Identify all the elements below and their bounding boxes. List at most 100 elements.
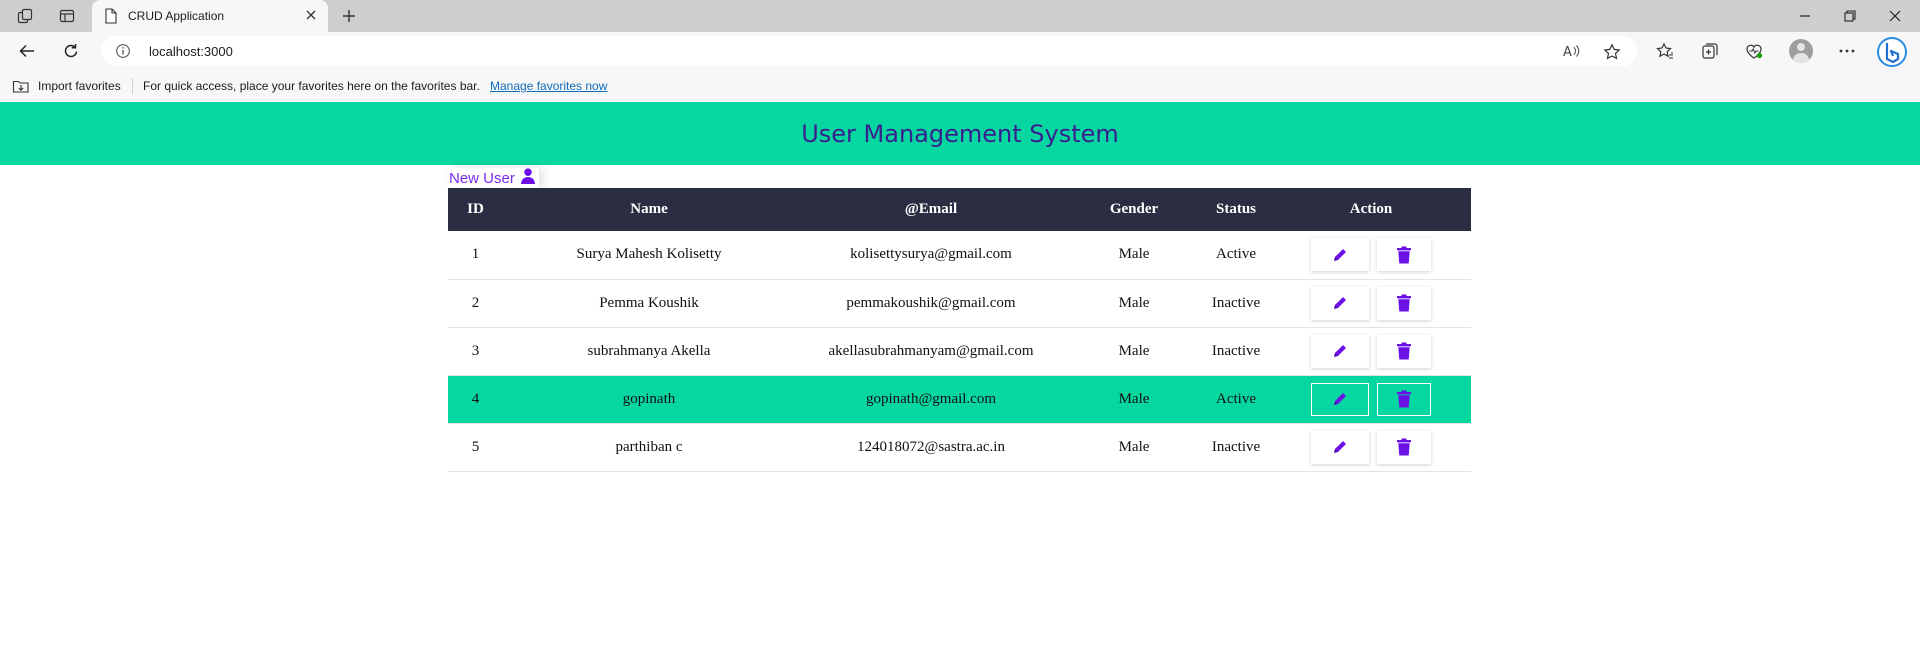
- cell-status: Inactive: [1211, 294, 1261, 311]
- read-aloud-icon[interactable]: A: [1563, 43, 1581, 64]
- table-row: 1 Surya Mahesh Kolisetty kolisettysurya@…: [448, 231, 1471, 279]
- trash-icon: [1397, 390, 1411, 408]
- pencil-icon: [1334, 345, 1346, 357]
- svg-text:A: A: [1563, 45, 1572, 59]
- edit-user-button[interactable]: [1311, 286, 1369, 320]
- cell-gender: Male: [1118, 246, 1150, 263]
- pencil-icon: [1334, 248, 1346, 261]
- delete-user-button[interactable]: [1377, 334, 1431, 368]
- delete-user-button[interactable]: [1377, 430, 1431, 464]
- cell-actions: [1271, 423, 1471, 471]
- favorites-bar: Import favorites For quick access, place…: [0, 70, 1920, 103]
- favorites-bar-message: For quick access, place your favorites h…: [143, 79, 480, 93]
- browser-essentials-icon[interactable]: [1745, 42, 1763, 65]
- add-favorite-icon[interactable]: [1603, 43, 1621, 66]
- close-tab-icon[interactable]: [304, 8, 318, 27]
- cell-email: gopinath@gmail.com: [865, 390, 997, 407]
- delete-user-button[interactable]: [1377, 286, 1431, 320]
- cell-email: akellasubrahmanyam@gmail.com: [828, 342, 1034, 359]
- tab-title: CRUD Application: [128, 9, 225, 23]
- favorites-icon[interactable]: [1656, 42, 1674, 65]
- pencil-icon: [1334, 297, 1346, 309]
- bing-copilot-icon[interactable]: [1876, 36, 1908, 68]
- collections-icon[interactable]: [1701, 42, 1719, 65]
- cell-name: Pemma Koushik: [599, 294, 699, 311]
- cell-name: Surya Mahesh Kolisetty: [576, 246, 722, 263]
- column-header-status: Status: [1215, 201, 1256, 217]
- column-header-gender: Gender: [1109, 201, 1159, 217]
- cell-actions: [1271, 375, 1471, 423]
- back-icon[interactable]: [18, 42, 36, 65]
- manage-favorites-link[interactable]: Manage favorites now: [490, 79, 607, 93]
- edit-user-button[interactable]: [1311, 334, 1369, 368]
- refresh-icon[interactable]: [62, 42, 80, 65]
- cell-id: 4: [471, 390, 480, 407]
- close-window-icon[interactable]: [1887, 8, 1903, 29]
- site-info-icon[interactable]: [115, 43, 131, 64]
- minimize-icon[interactable]: [1797, 8, 1813, 29]
- page-icon: [104, 8, 118, 29]
- cell-actions: [1271, 327, 1471, 375]
- import-favorites-button[interactable]: Import favorites: [38, 79, 121, 93]
- cell-email: 124018072@sastra.ac.in: [857, 438, 1005, 455]
- cell-id: 1: [471, 246, 480, 263]
- column-header-id: ID: [467, 201, 484, 217]
- cell-status: Inactive: [1211, 342, 1261, 359]
- cell-gender: Male: [1118, 390, 1150, 407]
- edit-user-button[interactable]: [1311, 238, 1369, 272]
- pencil-icon: [1334, 393, 1346, 405]
- more-options-icon[interactable]: [1838, 42, 1856, 65]
- table-row: 5 parthiban c 124018072@sastra.ac.in Mal…: [448, 423, 1471, 471]
- column-header-name: Name: [630, 201, 668, 217]
- table-row: 2 Pemma Koushik pemmakoushik@gmail.com M…: [448, 279, 1471, 327]
- profile-avatar[interactable]: [1789, 39, 1813, 63]
- edit-user-button[interactable]: [1311, 382, 1369, 416]
- cell-status: Active: [1216, 390, 1256, 407]
- url-text: localhost:3000: [149, 44, 233, 59]
- cell-name: parthiban c: [615, 438, 683, 455]
- cell-actions: [1271, 231, 1471, 279]
- delete-user-button[interactable]: [1377, 382, 1431, 416]
- column-header-action: Action: [1349, 201, 1393, 217]
- new-user-label: New User: [449, 169, 515, 187]
- cell-id: 5: [471, 438, 480, 455]
- delete-user-button[interactable]: [1377, 238, 1431, 272]
- table-header-row: ID Name @Email Gender Status Action: [448, 188, 1471, 231]
- workspaces-icon[interactable]: [16, 7, 34, 25]
- edit-user-button[interactable]: [1311, 430, 1369, 464]
- cell-email: pemmakoushik@gmail.com: [846, 294, 1016, 311]
- column-header-email: @Email: [904, 201, 958, 217]
- cell-status: Active: [1216, 246, 1256, 263]
- cell-gender: Male: [1118, 294, 1150, 311]
- table-row: 3 subrahmanya Akella akellasubrahmanyam@…: [448, 327, 1471, 375]
- table-row-highlighted: 4 gopinath gopinath@gmail.com Male Activ…: [448, 375, 1471, 423]
- users-table: ID Name @Email Gender Status Action 1 Su…: [448, 188, 1471, 472]
- cell-gender: Male: [1118, 438, 1150, 455]
- cell-id: 3: [471, 342, 480, 359]
- favorites-divider: [132, 78, 133, 94]
- pencil-icon: [1334, 441, 1346, 453]
- tab-actions-icon[interactable]: [58, 7, 76, 25]
- user-icon: [520, 168, 535, 188]
- cell-actions: [1271, 279, 1471, 327]
- trash-icon: [1397, 342, 1411, 360]
- cell-name: subrahmanya Akella: [587, 342, 711, 359]
- browser-tab-bar: CRUD Application: [0, 0, 1920, 32]
- trash-icon: [1397, 438, 1411, 456]
- trash-icon: [1397, 246, 1411, 264]
- cell-gender: Male: [1118, 342, 1150, 359]
- trash-icon: [1397, 294, 1411, 312]
- restore-icon[interactable]: [1842, 8, 1858, 29]
- url-field[interactable]: localhost:3000 A: [101, 36, 1637, 66]
- page-title: User Management System: [801, 119, 1119, 148]
- address-bar: localhost:3000 A: [0, 32, 1920, 70]
- cell-name: gopinath: [622, 390, 676, 407]
- new-user-button[interactable]: New User: [449, 168, 539, 188]
- cell-id: 2: [471, 294, 480, 311]
- import-favorites-icon[interactable]: [12, 78, 30, 99]
- cell-status: Inactive: [1211, 438, 1261, 455]
- new-tab-icon[interactable]: [340, 7, 358, 30]
- tab-crud-application[interactable]: CRUD Application: [92, 0, 328, 32]
- cell-email: kolisettysurya@gmail.com: [850, 246, 1012, 263]
- app-header: User Management System: [0, 102, 1920, 165]
